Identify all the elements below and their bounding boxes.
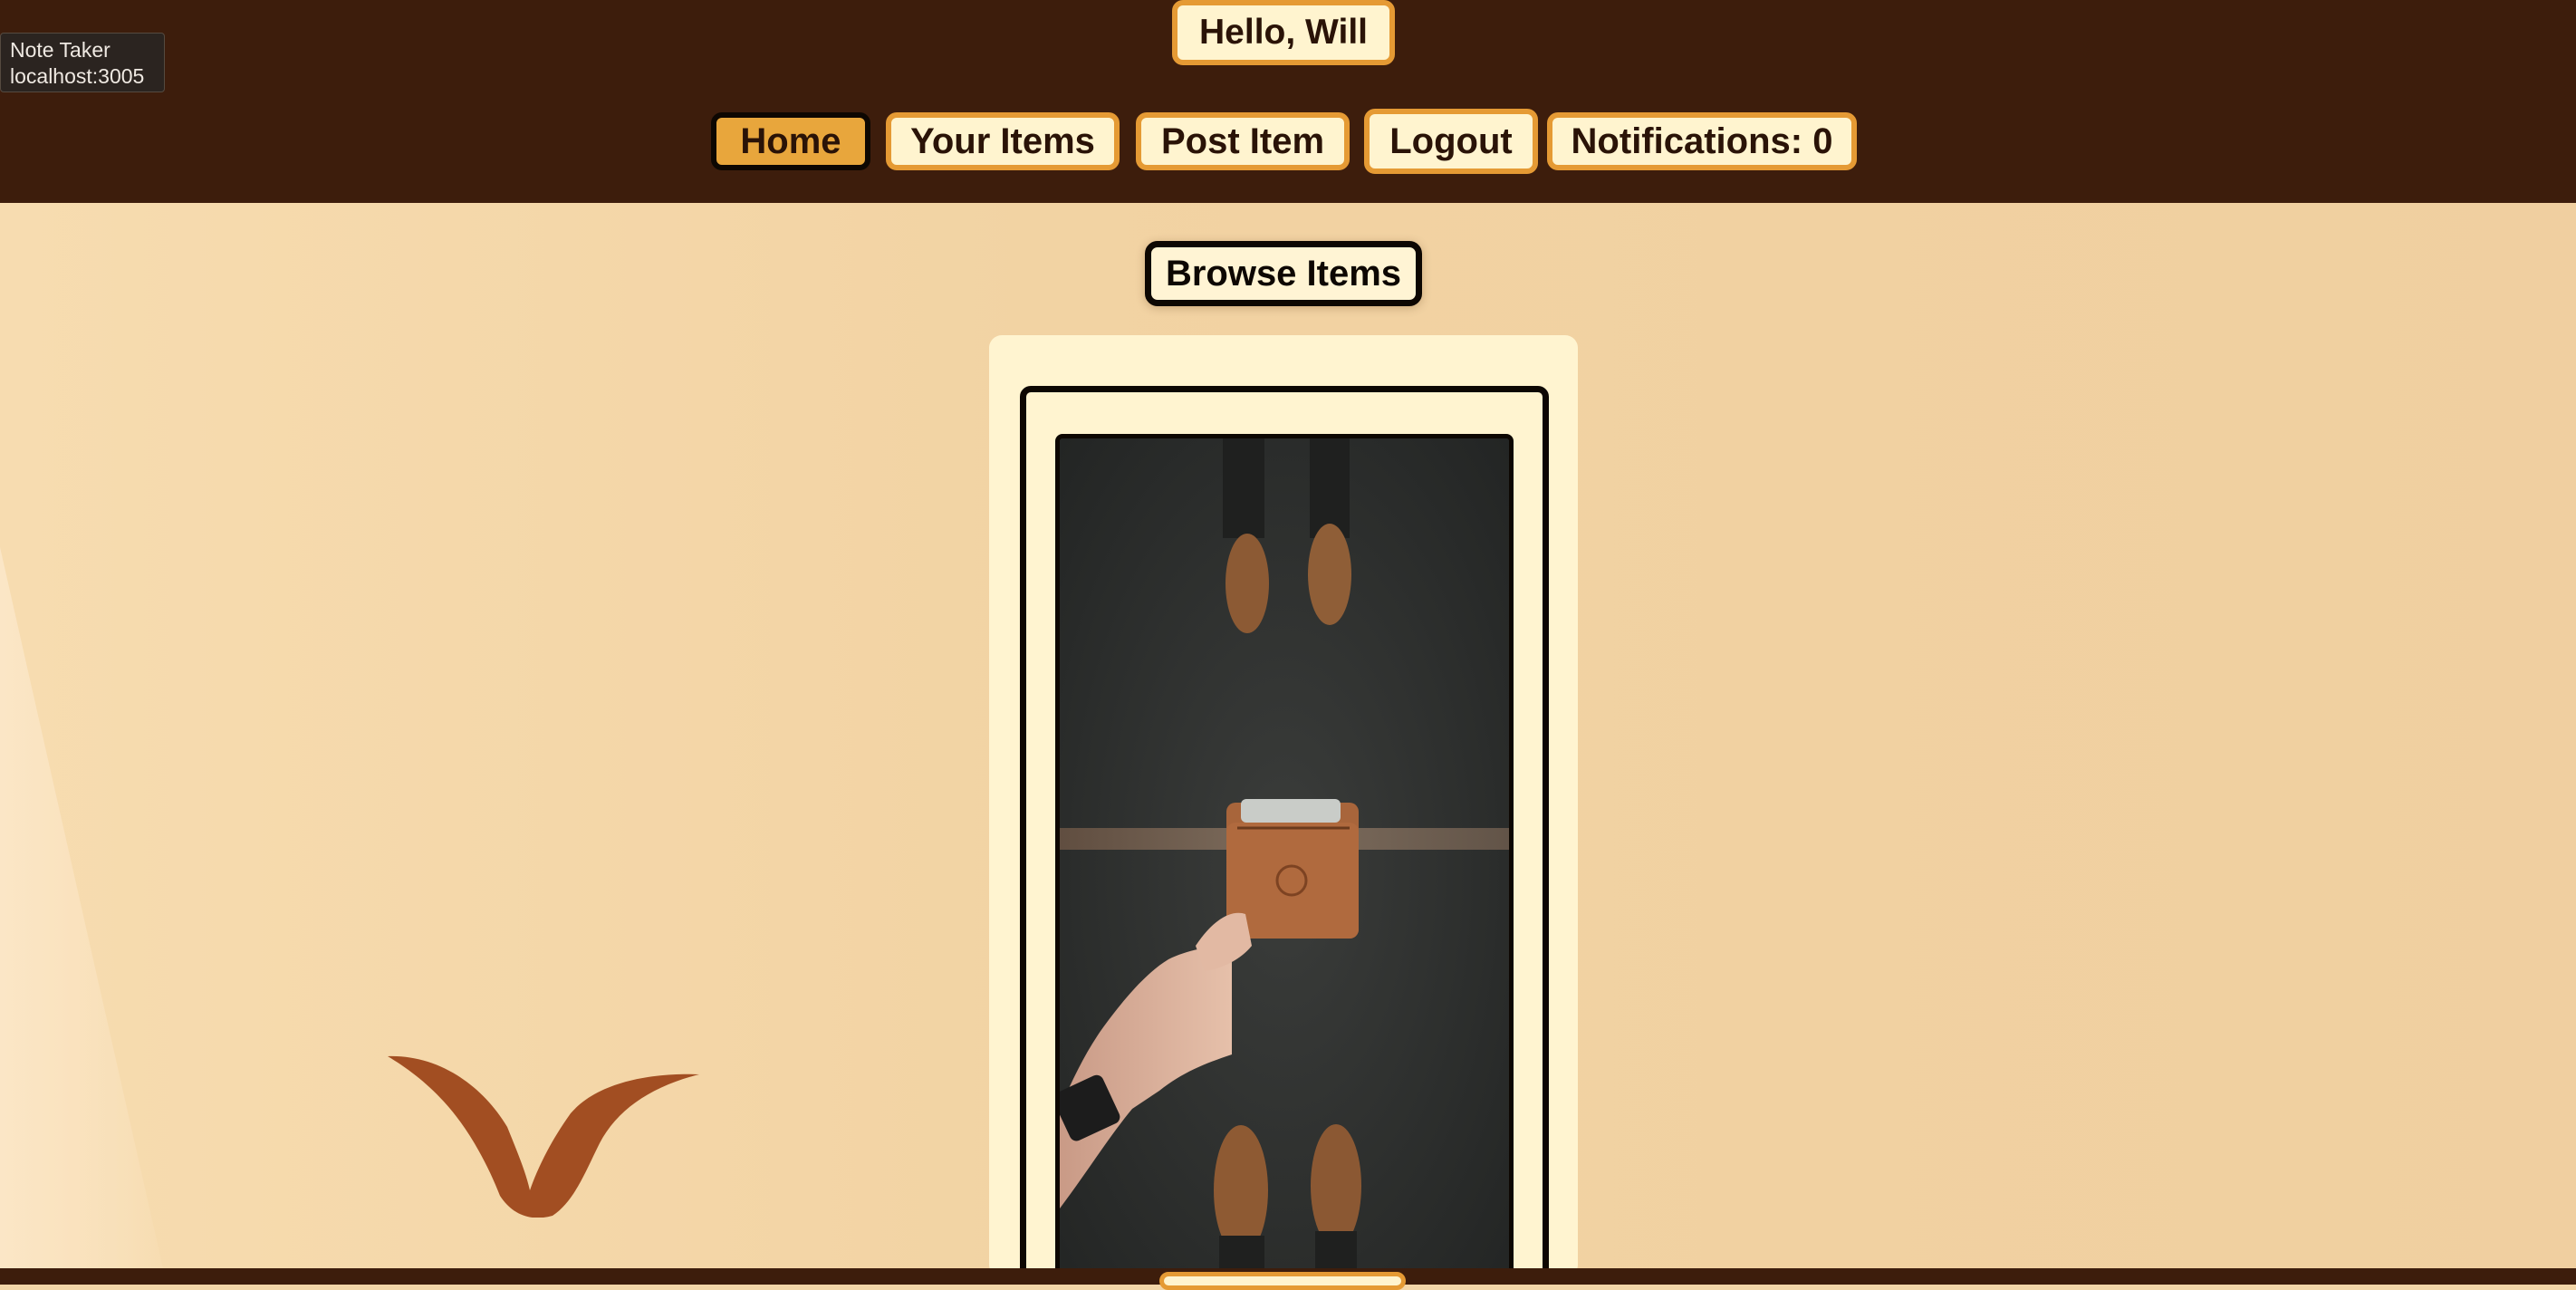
nav-your-items-button[interactable]: Your Items bbox=[886, 112, 1120, 170]
greeting-badge: Hello, Will bbox=[1172, 0, 1395, 65]
bird-logo-icon bbox=[388, 1055, 699, 1218]
nav-home-button[interactable]: Home bbox=[711, 112, 870, 170]
nav-post-item-button[interactable]: Post Item bbox=[1136, 112, 1350, 170]
top-header: Hello, Will Home Your Items Post Item Lo… bbox=[0, 0, 2576, 203]
wallet-photo-icon bbox=[1060, 438, 1509, 1268]
item-card[interactable] bbox=[1020, 386, 1549, 1268]
item-image[interactable] bbox=[1055, 434, 1514, 1268]
bottom-bar bbox=[0, 1268, 2576, 1290]
tooltip-title: Note Taker bbox=[10, 38, 111, 62]
background-light-wedge bbox=[0, 547, 163, 1268]
tooltip-url: localhost:3005 bbox=[10, 64, 145, 88]
browser-tab-tooltip: Note Taker localhost:3005 bbox=[0, 33, 165, 92]
browse-items-heading: Browse Items bbox=[1145, 241, 1422, 306]
footer-button[interactable] bbox=[1159, 1272, 1406, 1290]
notifications-button[interactable]: Notifications: 0 bbox=[1547, 112, 1857, 170]
logout-button[interactable]: Logout bbox=[1364, 109, 1538, 174]
main-content: Browse Items bbox=[0, 203, 2576, 1268]
items-panel bbox=[989, 335, 1578, 1268]
